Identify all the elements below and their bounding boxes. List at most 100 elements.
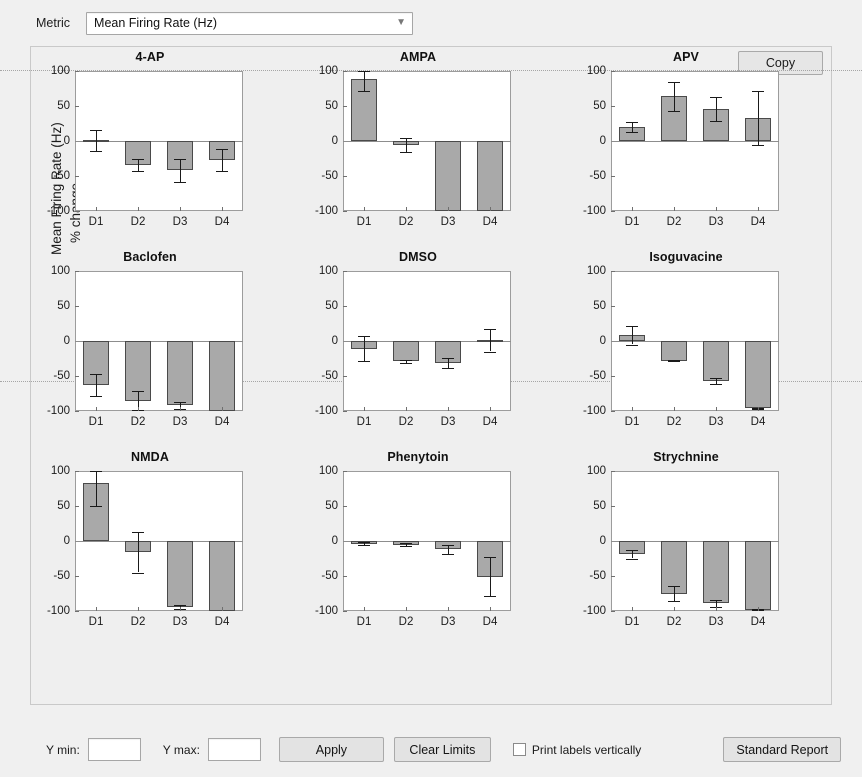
y-tick-mark xyxy=(343,506,347,507)
error-bar-cap xyxy=(442,545,454,547)
apply-button[interactable]: Apply xyxy=(278,737,384,762)
y-tick-mark xyxy=(611,211,615,212)
print-labels-vertically-checkbox[interactable] xyxy=(512,743,526,756)
standard-report-button[interactable]: Standard Report xyxy=(723,737,842,762)
x-tick-label: D2 xyxy=(398,416,414,428)
error-bar-cap xyxy=(626,326,638,328)
y-tick-label: 50 xyxy=(325,300,338,312)
error-bar xyxy=(632,550,633,559)
error-bar-cap xyxy=(358,542,370,544)
y-tick-mark xyxy=(75,271,79,272)
error-bar-cap xyxy=(752,145,764,147)
x-tick-mark xyxy=(490,407,491,411)
error-bar xyxy=(490,329,491,352)
y-tick-mark xyxy=(75,506,79,507)
error-bar-cap xyxy=(484,329,496,331)
x-tick-label: D4 xyxy=(750,616,766,628)
metric-row: Metric Mean Firing Rate (Hz) ▼ xyxy=(0,0,862,46)
subplot-isoguvacine: Isoguvacine 100 50 0 -50 -100 D1 D2 D3 D4 xyxy=(567,250,805,446)
y-tick-mark xyxy=(611,576,615,577)
x-tick-mark xyxy=(138,207,139,211)
bar xyxy=(702,341,729,381)
y-tick-mark xyxy=(343,576,347,577)
x-tick-label: D2 xyxy=(130,416,146,428)
x-tick-label: D4 xyxy=(750,216,766,228)
error-bar-cap xyxy=(710,383,722,385)
subplot-title: 4-AP xyxy=(135,50,165,64)
x-tick-mark xyxy=(180,607,181,611)
y-tick-mark xyxy=(611,411,615,412)
x-tick-label: D1 xyxy=(624,416,640,428)
y-tick-label: -50 xyxy=(589,570,606,582)
error-bar-cap xyxy=(400,545,412,547)
y-tick-label: -100 xyxy=(582,205,606,217)
error-bar xyxy=(674,585,675,602)
y-tick-mark xyxy=(75,471,79,472)
x-tick-label: D4 xyxy=(482,216,498,228)
error-bar-cap xyxy=(132,158,144,160)
error-bar xyxy=(364,336,365,362)
y-tick-label: 0 xyxy=(331,535,338,547)
y-tick-mark xyxy=(343,411,347,412)
error-bar xyxy=(138,158,139,172)
axes: 100 50 0 -50 -100 D1 D2 D3 D4 xyxy=(47,465,243,628)
error-bar-cap xyxy=(90,506,102,507)
bar xyxy=(702,541,729,604)
error-bar-cap xyxy=(626,558,638,560)
y-tick-mark xyxy=(75,176,79,177)
ymin-input[interactable] xyxy=(87,738,141,761)
zero-line xyxy=(611,141,779,142)
metric-label: Metric xyxy=(36,16,71,30)
y-tick-mark xyxy=(611,611,615,612)
y-tick-label: 100 xyxy=(318,65,338,77)
y-tick-mark xyxy=(75,211,79,212)
y-tick-label: 50 xyxy=(57,500,70,512)
y-tick-mark xyxy=(343,271,347,272)
error-bar-cap xyxy=(484,557,496,559)
axes: 100 50 0 -50 -100 D1 D2 D3 D4 xyxy=(47,265,243,428)
y-tick-mark xyxy=(611,176,615,177)
y-tick-label: 0 xyxy=(331,335,338,347)
error-bar-cap xyxy=(90,471,102,472)
y-tick-mark xyxy=(611,376,615,377)
x-tick-label: D4 xyxy=(750,416,766,428)
error-bar-cap xyxy=(174,181,186,183)
axes: 100 50 0 -50 -100 D1 D2 D3 D4 xyxy=(47,65,243,228)
ymax-input[interactable] xyxy=(207,738,261,761)
x-tick-mark xyxy=(758,407,759,411)
error-bar-cap xyxy=(442,367,454,369)
clear-limits-button[interactable]: Clear Limits xyxy=(393,737,491,762)
x-tick-label: D1 xyxy=(88,416,104,428)
y-tick-label: 100 xyxy=(586,265,606,277)
y-tick-mark xyxy=(343,376,347,377)
y-tick-label: -100 xyxy=(582,405,606,417)
error-bar-cap xyxy=(668,81,680,83)
y-tick-mark xyxy=(611,471,615,472)
y-tick-label: 50 xyxy=(593,100,606,112)
subplot-nmda: NMDA 100 50 0 -50 -100 D1 D2 D3 D4 xyxy=(31,450,269,646)
bar xyxy=(166,541,193,607)
x-tick-mark xyxy=(406,407,407,411)
x-tick-mark xyxy=(758,607,759,611)
subplot-phenytoin: Phenytoin 100 50 0 -50 -100 D1 D2 D3 D4 xyxy=(299,450,537,646)
error-bar-cap xyxy=(710,599,722,601)
y-tick-mark xyxy=(343,471,347,472)
chevron-down-icon: ▼ xyxy=(396,17,406,28)
metric-select[interactable]: Mean Firing Rate (Hz) ▼ xyxy=(86,11,414,35)
error-bar-cap xyxy=(400,362,412,364)
error-bar-cap xyxy=(752,90,764,92)
error-bar-cap xyxy=(216,148,228,150)
y-tick-mark xyxy=(343,106,347,107)
x-tick-mark xyxy=(364,407,365,411)
axes: 100 50 0 -50 -100 D1 D2 D3 D4 xyxy=(583,65,779,228)
x-tick-mark xyxy=(490,607,491,611)
x-tick-label: D4 xyxy=(482,616,498,628)
x-tick-mark xyxy=(674,407,675,411)
x-tick-mark xyxy=(180,207,181,211)
error-bar-cap xyxy=(710,378,722,380)
error-bar-cap xyxy=(484,351,496,353)
error-bar xyxy=(448,357,449,368)
x-tick-mark xyxy=(222,207,223,211)
error-bar-cap xyxy=(710,120,722,122)
error-bar xyxy=(632,326,633,345)
